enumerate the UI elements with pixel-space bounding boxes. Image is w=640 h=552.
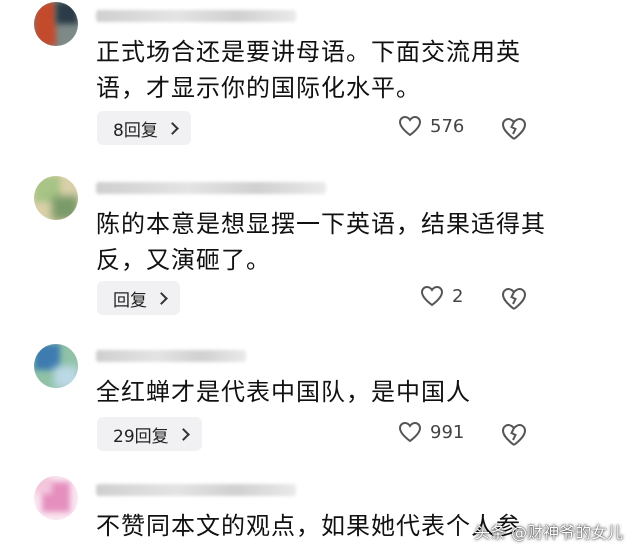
like-button[interactable]: 2 <box>420 285 463 307</box>
avatar[interactable] <box>34 176 78 220</box>
heart-icon <box>420 285 444 307</box>
username[interactable] <box>96 182 326 194</box>
comment-text: 全红蝉才是代表中国队，是中国人 <box>96 378 471 406</box>
reply-button[interactable]: 8回复 <box>97 111 191 145</box>
avatar[interactable] <box>34 476 78 520</box>
heart-icon <box>398 421 422 443</box>
username[interactable] <box>96 350 246 362</box>
username[interactable] <box>96 484 296 496</box>
username[interactable] <box>96 10 296 22</box>
like-count: 991 <box>430 421 465 443</box>
chevron-right-icon <box>155 291 168 305</box>
like-count: 576 <box>430 115 465 137</box>
watermark: 头条 @财神爷的女儿 <box>474 523 624 542</box>
comment-text: 正式场合还是要讲母语。下面交流用英 语，才显示你的国际化水平。 <box>96 38 521 102</box>
like-count: 2 <box>452 285 464 307</box>
broken-heart-icon[interactable] <box>500 115 528 143</box>
avatar[interactable] <box>34 2 78 46</box>
avatar[interactable] <box>34 344 78 388</box>
chevron-right-icon <box>176 427 190 441</box>
heart-icon <box>398 115 422 137</box>
reply-button[interactable]: 回复 <box>97 281 180 315</box>
comment-text: 陈的本意是想显摆一下英语，结果适得其 反，又演砸了。 <box>96 210 546 274</box>
broken-heart-icon[interactable] <box>500 285 528 313</box>
reply-button[interactable]: 29回复 <box>97 417 202 451</box>
like-button[interactable]: 576 <box>398 115 464 137</box>
chevron-right-icon <box>165 121 179 135</box>
like-button[interactable]: 991 <box>398 421 464 443</box>
broken-heart-icon[interactable] <box>500 421 528 449</box>
